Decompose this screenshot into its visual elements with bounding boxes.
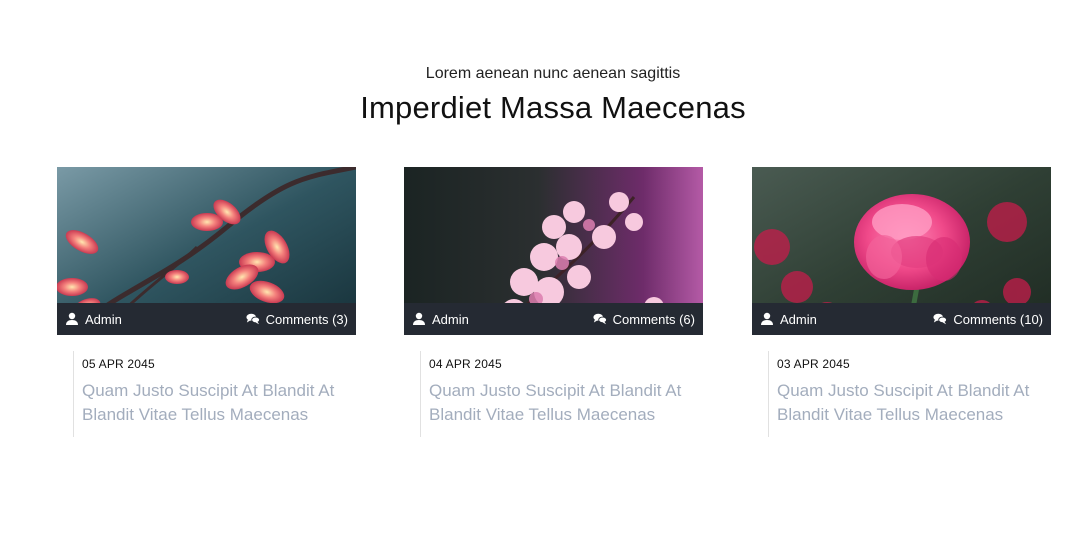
user-icon bbox=[66, 312, 78, 325]
user-icon bbox=[413, 312, 425, 325]
comments-link[interactable]: Comments (10) bbox=[933, 312, 1043, 327]
section-subtitle: Lorem aenean nunc aenean sagittis bbox=[425, 65, 681, 82]
comments-link[interactable]: Comments (3) bbox=[246, 312, 348, 327]
user-icon bbox=[761, 312, 773, 325]
comments-count: Comments (3) bbox=[265, 311, 348, 327]
card-body: 03 APR 2045 Quam Justo Suscipit At Bland… bbox=[768, 351, 1051, 437]
card-media[interactable]: Admin Comments (3) bbox=[57, 167, 356, 335]
author-label: Admin bbox=[432, 311, 469, 327]
author[interactable]: Admin bbox=[412, 312, 469, 327]
post-title[interactable]: Quam Justo Suscipit At Blandit At Blandi… bbox=[82, 379, 356, 427]
blog-card[interactable]: Admin Comments (6) 04 APR 2045 Quam Just… bbox=[404, 167, 703, 437]
card-body: 04 APR 2045 Quam Justo Suscipit At Bland… bbox=[420, 351, 703, 437]
comments-count: Comments (10) bbox=[953, 311, 1043, 327]
author-label: Admin bbox=[85, 311, 122, 327]
post-title[interactable]: Quam Justo Suscipit At Blandit At Blandi… bbox=[429, 379, 703, 427]
comments-icon bbox=[933, 313, 948, 325]
post-date: 04 APR 2045 bbox=[429, 357, 502, 371]
card-meta-bar: Admin Comments (3) bbox=[57, 303, 356, 335]
blog-card[interactable]: Admin Comments (10) 03 APR 2045 Quam Jus… bbox=[752, 167, 1051, 437]
card-meta-bar: Admin Comments (6) bbox=[404, 303, 703, 335]
section-title: Imperdiet Massa Maecenas bbox=[360, 90, 746, 125]
comments-icon bbox=[593, 313, 607, 325]
card-media[interactable]: Admin Comments (10) bbox=[752, 167, 1051, 335]
author[interactable]: Admin bbox=[65, 312, 122, 327]
blog-card[interactable]: Admin Comments (3) 05 APR 2045 Quam Just… bbox=[57, 167, 356, 437]
card-meta-bar: Admin Comments (10) bbox=[752, 303, 1051, 335]
card-media[interactable]: Admin Comments (6) bbox=[404, 167, 703, 335]
comments-count: Comments (6) bbox=[612, 311, 695, 327]
post-date: 03 APR 2045 bbox=[777, 357, 850, 371]
post-date: 05 APR 2045 bbox=[82, 357, 155, 371]
author[interactable]: Admin bbox=[760, 312, 817, 327]
author-label: Admin bbox=[780, 311, 817, 327]
comments-link[interactable]: Comments (6) bbox=[593, 312, 695, 327]
card-body: 05 APR 2045 Quam Justo Suscipit At Bland… bbox=[73, 351, 356, 437]
post-title[interactable]: Quam Justo Suscipit At Blandit At Blandi… bbox=[777, 379, 1051, 427]
comments-icon bbox=[246, 313, 260, 325]
